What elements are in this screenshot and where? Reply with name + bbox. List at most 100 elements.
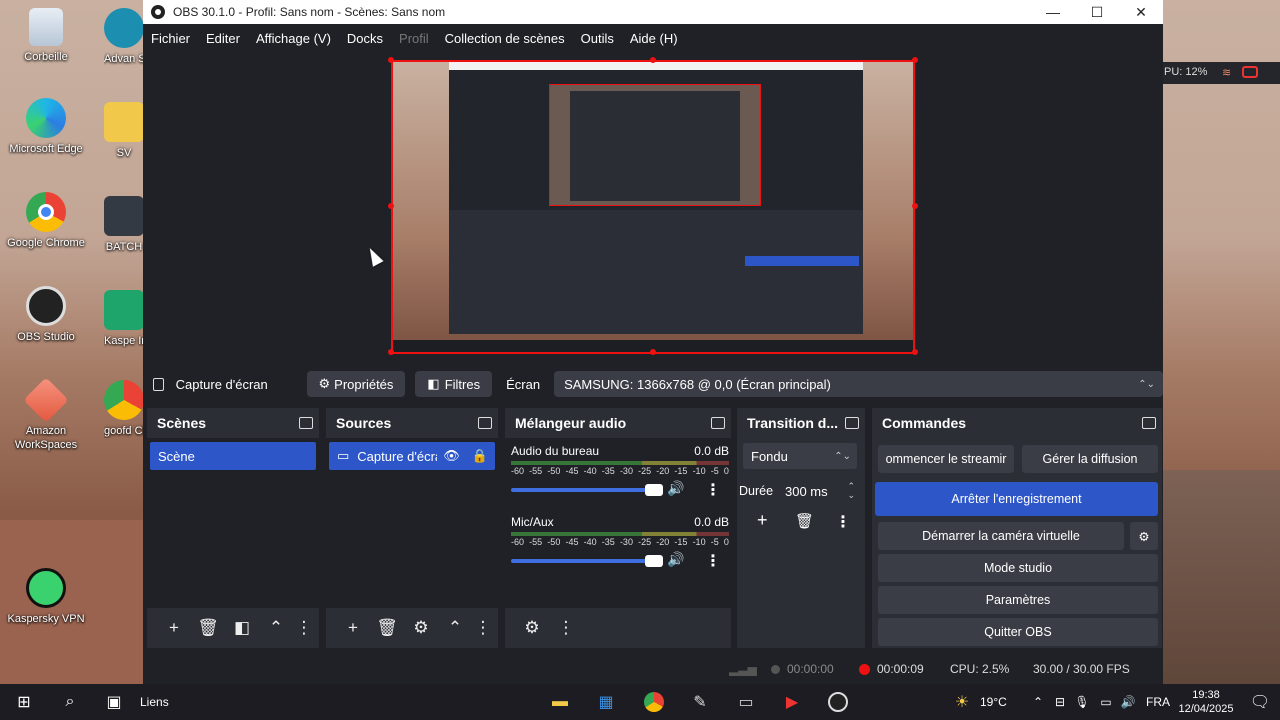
menu-aide[interactable]: Aide (H) (630, 31, 678, 46)
chrome-taskbar-icon[interactable] (642, 690, 666, 714)
menu-affichage[interactable]: Affichage (V) (256, 31, 331, 46)
desktop-icon-kaspersky-internet[interactable]: Kaspe Internet S (104, 290, 144, 348)
add-source-icon[interactable]: + (336, 618, 370, 638)
resize-handle[interactable] (912, 57, 918, 63)
add-scene-icon[interactable]: + (157, 618, 191, 638)
resize-handle[interactable] (388, 349, 394, 355)
speaker-icon[interactable]: 🔊 (667, 551, 684, 568)
properties-button[interactable]: ⚙ Propriétés (306, 371, 406, 397)
minimize-button[interactable]: — (1031, 0, 1075, 24)
desktop-icon-advanced-system[interactable]: Advan System (104, 8, 144, 66)
more-icon[interactable]: ⋮ (549, 618, 583, 638)
more-icon[interactable]: ⋮ (705, 480, 721, 500)
resize-handle[interactable] (388, 203, 394, 209)
menu-editer[interactable]: Editer (206, 31, 240, 46)
desktop-icon-chrome[interactable]: Google Chrome (0, 192, 94, 250)
desktop-icon-kaspersky-vpn[interactable]: Kaspersky VPN (0, 568, 94, 626)
youtube-icon[interactable]: ▶ (780, 690, 804, 714)
weather-icon[interactable]: ☀ (950, 690, 974, 714)
add-transition-icon[interactable]: + (757, 510, 768, 531)
advanced-audio-icon[interactable]: ⚙ (515, 618, 549, 638)
filters-button[interactable]: ◧ Filtres (415, 371, 493, 397)
desktop-icon-obs[interactable]: OBS Studio (0, 286, 94, 344)
links-toolbar[interactable]: Liens (140, 695, 169, 709)
volume-slider-knob[interactable] (645, 484, 663, 496)
desktop-icon-recycle-bin[interactable]: Corbeille (0, 8, 94, 64)
eye-icon[interactable]: 👁 (443, 448, 460, 464)
undock-icon[interactable] (478, 417, 492, 429)
network-icon[interactable]: ⊟ (1048, 690, 1072, 714)
trash-icon[interactable]: 🗑 (191, 618, 225, 638)
more-icon[interactable]: ⋮ (293, 618, 315, 638)
microphone-icon[interactable]: 🎙 (1070, 690, 1094, 714)
source-item[interactable]: ▭ Capture d'écra 👁 🔒 (329, 442, 495, 470)
resize-handle[interactable] (650, 57, 656, 63)
trash-icon[interactable]: 🗑 (795, 512, 814, 530)
terminal-icon[interactable]: ▭ (734, 690, 758, 714)
transition-select[interactable]: Fondu ⌃⌄ (743, 443, 857, 469)
scene-item[interactable]: Scène (150, 442, 316, 470)
manage-broadcast-button[interactable]: Gérer la diffusion (1022, 445, 1158, 473)
speaker-icon[interactable]: 🔊 (667, 480, 684, 497)
start-virtual-camera-button[interactable]: Démarrer la caméra virtuelle (878, 522, 1124, 550)
preview-canvas[interactable] (391, 60, 915, 354)
obs-taskbar-icon[interactable] (826, 690, 850, 714)
store-icon[interactable]: ▦ (594, 690, 618, 714)
close-button[interactable]: ✕ (1119, 0, 1163, 24)
language-indicator[interactable]: FRA (1146, 695, 1170, 709)
maximize-button[interactable]: ☐ (1075, 0, 1119, 24)
desktop-icon-batch[interactable]: BATCH (104, 196, 144, 254)
more-icon[interactable]: ⋮ (835, 512, 851, 532)
studio-mode-button[interactable]: Mode studio (878, 554, 1158, 582)
desktop-icon-sv[interactable]: SV (104, 102, 144, 160)
clock[interactable]: 19:38 12/04/2025 (1176, 688, 1236, 716)
volume-slider-knob[interactable] (645, 555, 663, 567)
move-up-icon[interactable]: ⌃ (259, 618, 293, 638)
start-streaming-button[interactable]: ommencer le streamir (878, 445, 1014, 473)
source-visibility-checkbox[interactable] (153, 377, 164, 391)
chevron-up-icon[interactable]: ⌃ (1026, 690, 1050, 714)
resize-handle[interactable] (912, 349, 918, 355)
menu-outils[interactable]: Outils (581, 31, 614, 46)
menu-fichier[interactable]: Fichier (151, 31, 190, 46)
move-up-icon[interactable]: ⌃ (438, 618, 472, 638)
windows-start-icon[interactable]: ⊞ (12, 690, 36, 714)
menu-collection-scenes[interactable]: Collection de scènes (445, 31, 565, 46)
notification-icon[interactable]: 🗨 (1248, 690, 1272, 714)
trash-icon[interactable]: 🗑 (370, 618, 404, 638)
volume-slider[interactable] (511, 559, 659, 563)
stop-recording-button[interactable]: Arrêter l'enregistrement (875, 482, 1158, 516)
ecran-select[interactable]: SAMSUNG: 1366x768 @ 0,0 (Écran principal… (554, 371, 1164, 397)
spin-arrows-icon[interactable]: ⌃ ⌄ (847, 482, 855, 500)
lock-icon[interactable]: 🔒 (472, 448, 488, 464)
search-icon[interactable]: ⌕ (58, 690, 82, 714)
desktop-icon-edge[interactable]: Microsoft Edge (0, 98, 94, 156)
resize-handle[interactable] (388, 57, 394, 63)
preview-area[interactable] (143, 52, 1163, 365)
quit-obs-button[interactable]: Quitter OBS (878, 618, 1158, 646)
weather-temperature[interactable]: 19°C (980, 695, 1007, 709)
task-view-icon[interactable]: ▣ (102, 690, 126, 714)
mixer-body: Audio du bureau 0.0 dB -60 -55 -50 -45 -40 -35… (505, 438, 731, 608)
menu-docks[interactable]: Docks (347, 31, 383, 46)
more-icon[interactable]: ⋮ (705, 551, 721, 571)
file-explorer-icon[interactable]: ▬ (548, 690, 572, 714)
resize-handle[interactable] (912, 203, 918, 209)
monitor-icon[interactable]: ▭ (1094, 690, 1118, 714)
desktop-icon-goofd-chrome[interactable]: goofd Chro (104, 380, 144, 438)
undock-icon[interactable] (845, 417, 859, 429)
gear-icon[interactable]: ⚙ (404, 618, 438, 638)
scene-filter-icon[interactable]: ◧ (225, 618, 259, 638)
paint-icon[interactable]: ✎ (688, 690, 712, 714)
more-icon[interactable]: ⋮ (472, 618, 494, 638)
undock-icon[interactable] (711, 417, 725, 429)
virtual-camera-settings-button[interactable]: ⚙ (1130, 522, 1158, 550)
undock-icon[interactable] (299, 417, 313, 429)
resize-handle[interactable] (650, 349, 656, 355)
settings-button[interactable]: Paramètres (878, 586, 1158, 614)
undock-icon[interactable] (1142, 417, 1156, 429)
duration-spinbox[interactable]: 300 ms ⌃ ⌄ (779, 478, 859, 504)
volume-icon[interactable]: 🔊 (1116, 690, 1140, 714)
volume-slider[interactable] (511, 488, 659, 492)
desktop-icon-amazon-workspaces[interactable]: Amazon WorkSpaces (0, 377, 94, 452)
